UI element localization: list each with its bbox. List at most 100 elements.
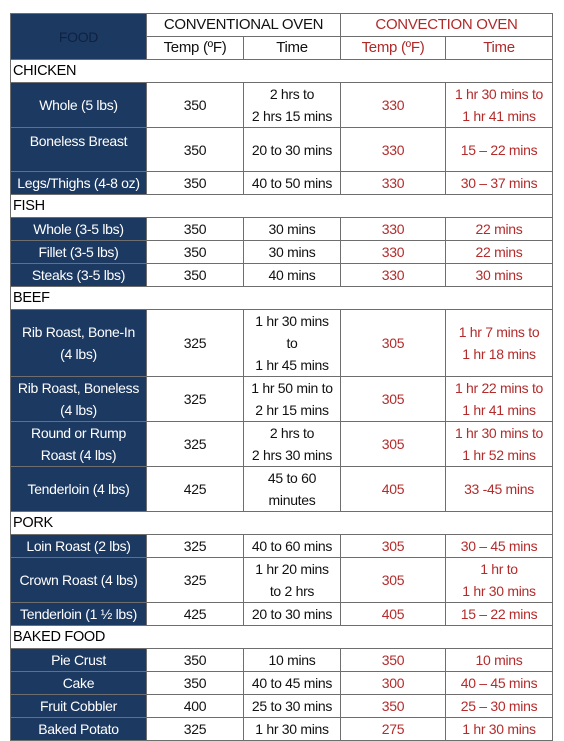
convection-temp: 305 [340,309,446,377]
conventional-temp: 400 [146,694,244,718]
cell-line: Cake [62,675,95,691]
conventional-time: 25 to 30 mins [243,694,341,718]
conventional-temp: 350 [146,671,244,695]
cell-line: 22 mins [475,244,523,260]
conventional-temp: 350 [146,240,244,264]
convection-temp: 275 [340,717,446,741]
food-name: Steaks (3-5 lbs) [10,263,147,287]
food-name: Whole (5 lbs) [10,82,147,128]
cell-line: 1 hr 30 mins [462,721,536,737]
convection-temp: 330 [340,171,446,195]
conventional-time: 1 hr 20 mins to 2 hrs [243,557,341,603]
table-row: Rib Roast, Bone-In (4 lbs) 325 1 hr 30 mins… [10,309,553,377]
category-row: BEEF [10,286,553,310]
conventional-time: 30 mins [243,217,341,241]
conventional-time: 1 hr 50 min to 2 hr 15 mins [243,376,341,422]
convection-temp: 305 [340,376,446,422]
conventional-temp-header: Temp (ºF) [146,36,244,60]
food-name: Whole (3-5 lbs) [10,217,147,241]
table-row: Whole (3-5 lbs) 350 30 mins 330 22 mins [10,217,553,241]
cell-line: 1 hr 30 mins to [454,425,544,441]
cell-line: Loin Roast (2 lbs) [26,538,131,554]
convection-time: 1 hr 30 mins [445,717,553,741]
cell-line: 22 mins [475,221,523,237]
conventional-time: 40 to 50 mins [243,171,341,195]
cell-line: 40 to 45 mins [251,675,333,691]
table-body: CHICKEN Whole (5 lbs) 350 2 hrs to 2 hrs 15 … [10,59,553,741]
convection-time: 1 hr to 1 hr 30 mins [445,557,553,603]
convection-time: 40 – 45 mins [445,671,553,695]
conventional-time: 20 to 30 mins [243,127,341,172]
cell-line: Roast (4 lbs) [40,447,117,463]
cell-line: 33 -45 mins [464,481,534,497]
cell-line: Tenderloin (4 lbs) [27,481,130,497]
cell-line: Boneless Breast [29,133,128,149]
cell-line: 15 – 22 mins [460,141,538,158]
convection-time: 22 mins [445,240,553,264]
table-row: Whole (5 lbs) 350 2 hrs to 2 hrs 15 mins 330… [10,82,553,128]
conventional-time: 2 hrs to 2 hrs 15 mins [243,82,341,128]
cell-line: 1 hr 52 mins [462,447,536,463]
conventional-oven-header: CONVENTIONAL OVEN [146,13,341,37]
conventional-time: 40 mins [243,263,341,287]
category-label: FISH [10,194,553,218]
convection-temp: 350 [340,648,446,672]
convection-temp: 330 [340,82,446,128]
cell-line: Fillet (3-5 lbs) [38,244,119,260]
table-row: Pie Crust 350 10 mins 350 10 mins [10,648,553,672]
conventional-temp: 350 [146,127,244,172]
convection-temp: 305 [340,534,446,558]
conventional-temp: 350 [146,82,244,128]
cell-line: Whole (3-5 lbs) [33,221,124,237]
table-row: Loin Roast (2 lbs) 325 40 to 60 mins 305 30 … [10,534,553,558]
conventional-temp: 350 [146,217,244,241]
category-label: CHICKEN [10,59,553,83]
convection-temp: 330 [340,240,446,264]
table-row: Boneless Breast 350 20 to 30 mins 330 15 – 2… [10,127,553,172]
cell-line: 20 to 30 mins [251,141,333,158]
convection-time: 10 mins [445,648,553,672]
cell-line: 30 – 45 mins [460,538,538,554]
convection-time: 30 – 45 mins [445,534,553,558]
cell-line: 25 to 30 mins [251,698,333,714]
cell-line: minutes [268,492,316,508]
convection-time-header: Time [445,36,553,60]
conventional-temp: 325 [146,376,244,422]
convection-temp: 405 [340,602,446,626]
food-name: Rib Roast, Boneless (4 lbs) [10,376,147,422]
cell-line: 2 hrs to [269,86,315,102]
convection-time: 1 hr 30 mins to 1 hr 52 mins [445,421,553,467]
convection-time: 1 hr 7 mins to 1 hr 18 mins [445,309,553,377]
cell-line: 10 mins [475,652,523,668]
convection-time: 30 mins [445,263,553,287]
cell-line: 10 mins [268,652,316,668]
food-name: Loin Roast (2 lbs) [10,534,147,558]
table-row: Rib Roast, Boneless (4 lbs) 325 1 hr 50 min… [10,376,553,422]
cooking-time-table: FOOD CONVENTIONAL OVEN CONVECTION OVEN T… [10,13,553,741]
cell-line: 40 to 60 mins [251,538,333,554]
conventional-time: 1 hr 30 mins to 1 hr 45 mins [243,309,341,377]
food-name: Fillet (3-5 lbs) [10,240,147,264]
conventional-temp: 325 [146,534,244,558]
conventional-temp: 325 [146,557,244,603]
cell-line: 1 hr 50 min to [251,380,333,396]
table-row: Tenderloin (4 lbs) 425 45 to 60 minutes 405 3… [10,466,553,512]
food-name: Boneless Breast [10,127,147,172]
conventional-time-header: Time [243,36,341,60]
food-name: Crown Roast (4 lbs) [10,557,147,603]
food-name: Baked Potato [10,717,147,741]
food-name: Legs/Thighs (4-8 oz) [10,171,147,195]
cell-line: Rib Roast, Bone-In [22,324,135,340]
conventional-temp: 325 [146,309,244,377]
cell-line: 2 hrs to [269,425,315,441]
cell-line: 1 hr 22 mins to [454,380,544,396]
cell-line: Rib Roast, Boneless [17,380,140,396]
cell-line: 30 mins [475,267,523,283]
cell-line: 2 hr 15 mins [255,402,329,418]
convection-temp: 350 [340,694,446,718]
cell-line: to [286,335,298,351]
category-label: BEEF [10,286,553,310]
conventional-time: 45 to 60 minutes [243,466,341,512]
conventional-temp: 425 [146,602,244,626]
cell-line: Whole (5 lbs) [39,97,118,113]
